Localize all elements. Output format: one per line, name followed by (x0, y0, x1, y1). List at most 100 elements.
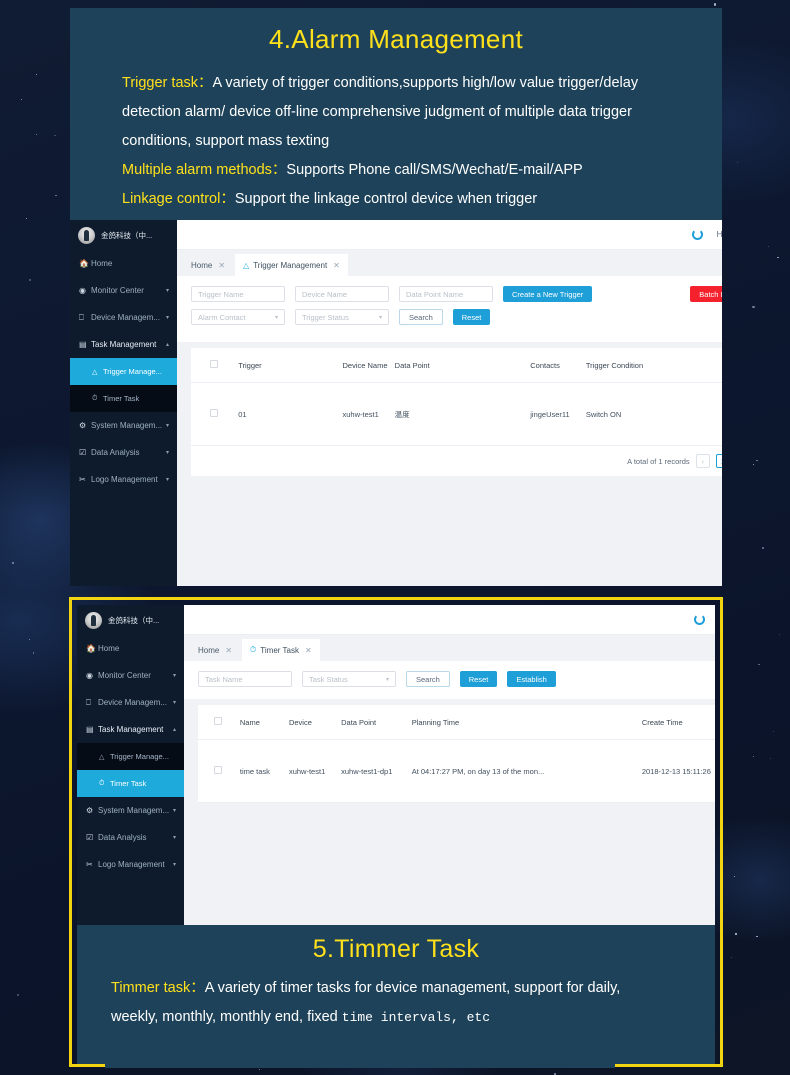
chevron-down-icon: ▾ (172, 700, 176, 706)
tab-label: Trigger Management (253, 260, 328, 270)
checkbox-icon[interactable] (213, 717, 222, 725)
page-title: 4.Alarm Management (269, 24, 523, 54)
table-row: 01 xuhw-test1 温度 jingeUser11 Switch ON N… (191, 382, 722, 446)
table-row: time task xuhw-test1 xuhw-test1-dp1 At 0… (198, 739, 715, 803)
description-keyword: Timmer task： (111, 980, 205, 996)
chevron-up-icon: ▴ (172, 727, 176, 733)
th-planning-time: Planning Time (409, 705, 640, 740)
trigger-status-select[interactable]: Trigger Status ▾ (295, 309, 389, 325)
device-name-input[interactable]: Device Name (295, 286, 389, 302)
clock-icon: ⏱ (99, 779, 105, 787)
checkbox-icon[interactable] (209, 409, 218, 417)
sidebar-item-device-management[interactable]: ⎕ Device Managem... ▾ (77, 689, 184, 716)
tab-home[interactable]: Home ✕ (183, 254, 234, 276)
chevron-down-icon: ▾ (165, 315, 169, 321)
sidebar-item-system-management[interactable]: ⚙ System Managem... ▾ (77, 797, 184, 824)
sidebar-item-label: System Managem... (91, 421, 163, 430)
select-all-checkbox-cell[interactable] (191, 348, 237, 383)
sidebar-item-logo-management[interactable]: ✂ Logo Management ▾ (77, 851, 184, 878)
task-icon: ▤ (86, 725, 94, 734)
sidebar-item-label: Task Management (98, 725, 164, 734)
cell-data-point: 温度 (392, 382, 529, 446)
cell-device: xuhw-test1 (286, 739, 340, 803)
sidebar-item-task-management[interactable]: ▤ Task Management ▴ (77, 716, 184, 743)
sidebar-subitem-timer-task[interactable]: ⏱ Timer Task (77, 770, 184, 797)
tab-timer-task[interactable]: ⏱ Timer Task ✕ (242, 639, 320, 661)
alarm-contact-select[interactable]: Alarm Contact ▾ (191, 309, 285, 325)
tab-trigger-management[interactable]: △ Trigger Management ✕ (235, 254, 348, 276)
sidebar-item-task-management[interactable]: ▤ Task Management ▴ (70, 331, 177, 358)
trigger-name-input[interactable]: Trigger Name (191, 286, 285, 302)
establish-button[interactable]: Establish (507, 671, 556, 687)
filter-row: Alarm Contact ▾ Trigger Status ▾ Search Re… (191, 309, 722, 325)
row-checkbox-cell[interactable] (198, 739, 238, 803)
task-status-select[interactable]: Task Status ▾ (302, 671, 396, 687)
sidebar-item-data-analysis[interactable]: ☑ Data Analysis ▾ (70, 439, 177, 466)
close-icon[interactable]: ✕ (333, 261, 340, 270)
row-checkbox-cell[interactable] (191, 382, 237, 446)
create-new-trigger-button[interactable]: Create a New Trigger (503, 286, 593, 302)
search-button[interactable]: Search (406, 671, 450, 687)
sidebar-item-monitor-center[interactable]: ◉ Monitor Center ▾ (70, 277, 177, 304)
tabbar: Home ✕ △ Trigger Management ✕ (177, 250, 722, 276)
search-button[interactable]: Search (399, 309, 443, 325)
timer-task-screenshot: 金鸽科技（中... 🏠 Home ◉ Monitor Center ▾ ⎕ De… (77, 605, 715, 925)
reset-button[interactable]: Reset (452, 309, 491, 325)
task-name-input[interactable]: Task Name (198, 671, 292, 687)
bell-icon: △ (99, 753, 105, 761)
checkbox-icon[interactable] (209, 360, 218, 368)
sidebar-item-home[interactable]: 🏠 Home (70, 250, 177, 277)
chevron-down-icon: ▾ (172, 673, 176, 679)
sidebar-item-data-analysis[interactable]: ☑ Data Analysis ▾ (77, 824, 184, 851)
sidebar-item-logo-management[interactable]: ✂ Logo Management ▾ (70, 466, 177, 493)
checkbox-icon[interactable] (213, 766, 222, 774)
sidebar-item-label: Data Analysis (98, 833, 147, 842)
sidebar-item-system-management[interactable]: ⚙ System Managem... ▾ (70, 412, 177, 439)
reset-button[interactable]: Reset (459, 671, 498, 687)
description-line: conditions, support mass texting (122, 127, 670, 156)
help-link[interactable]: Help (717, 230, 722, 239)
description-keyword: Multiple alarm methods： (122, 162, 287, 178)
th-name: Name (237, 705, 287, 740)
brand-label: 金鸽科技（中... (101, 230, 153, 240)
sidebar-item-label: Home (91, 259, 113, 268)
refresh-icon[interactable] (691, 229, 703, 240)
tools-icon: ✂ (86, 860, 93, 869)
brand: 金鸽科技（中... (77, 605, 184, 635)
prev-page-button[interactable]: ‹ (695, 454, 710, 468)
description-line: Trigger task：A variety of trigger condit… (122, 69, 670, 98)
sidebar-item-monitor-center[interactable]: ◉ Monitor Center ▾ (77, 662, 184, 689)
close-icon[interactable]: ✕ (225, 646, 232, 655)
sidebar-item-label: Data Analysis (91, 448, 140, 457)
sidebar-subitem-timer-task[interactable]: ⏱ Timer Task (70, 385, 177, 412)
description-keyword: Trigger task： (122, 75, 213, 91)
chevron-down-icon: ▾ (172, 808, 176, 814)
page-1-button[interactable]: 1 (715, 454, 722, 468)
page-title: 5.Timmer Task (312, 935, 480, 963)
sidebar-item-device-management[interactable]: ⎕ Device Managem... ▾ (70, 304, 177, 331)
sidebar-item-label: Logo Management (98, 860, 165, 869)
close-icon[interactable]: ✕ (305, 646, 312, 655)
cell-name: time task (237, 739, 287, 803)
chart-icon: ☑ (79, 448, 87, 457)
pagination: A total of 1 records ‹ 1 › 10 / page▾ Go… (191, 446, 722, 476)
th-contacts: Contacts (528, 348, 584, 383)
refresh-icon[interactable] (693, 614, 705, 625)
clock-icon: ⏱ (92, 394, 98, 402)
description-text: weekly, monthly, monthly end, fixed (111, 1009, 342, 1025)
company-logo-icon (78, 226, 95, 244)
close-icon[interactable]: ✕ (218, 261, 225, 270)
sidebar-subitem-label: Timer Task (103, 394, 140, 403)
batch-delete-triggers-button[interactable]: Batch Delete Triggers (690, 286, 722, 302)
sidebar-item-home[interactable]: 🏠 Home (77, 635, 184, 662)
chevron-down-icon: ▾ (165, 288, 169, 294)
data-point-name-input[interactable]: Data Point Name (399, 286, 493, 302)
tools-icon: ✂ (79, 475, 86, 484)
tab-home[interactable]: Home ✕ (190, 639, 241, 661)
select-all-checkbox-cell[interactable] (198, 705, 238, 740)
table-header-row: Trigger Device Name Data Point Contacts … (191, 348, 722, 383)
sidebar-subitem-trigger-management[interactable]: △ Trigger Manage... (70, 358, 177, 385)
sidebar-item-label: Logo Management (91, 475, 158, 484)
sidebar-subitem-trigger-management[interactable]: △ Trigger Manage... (77, 743, 184, 770)
sidebar-item-label: Monitor Center (91, 286, 144, 295)
